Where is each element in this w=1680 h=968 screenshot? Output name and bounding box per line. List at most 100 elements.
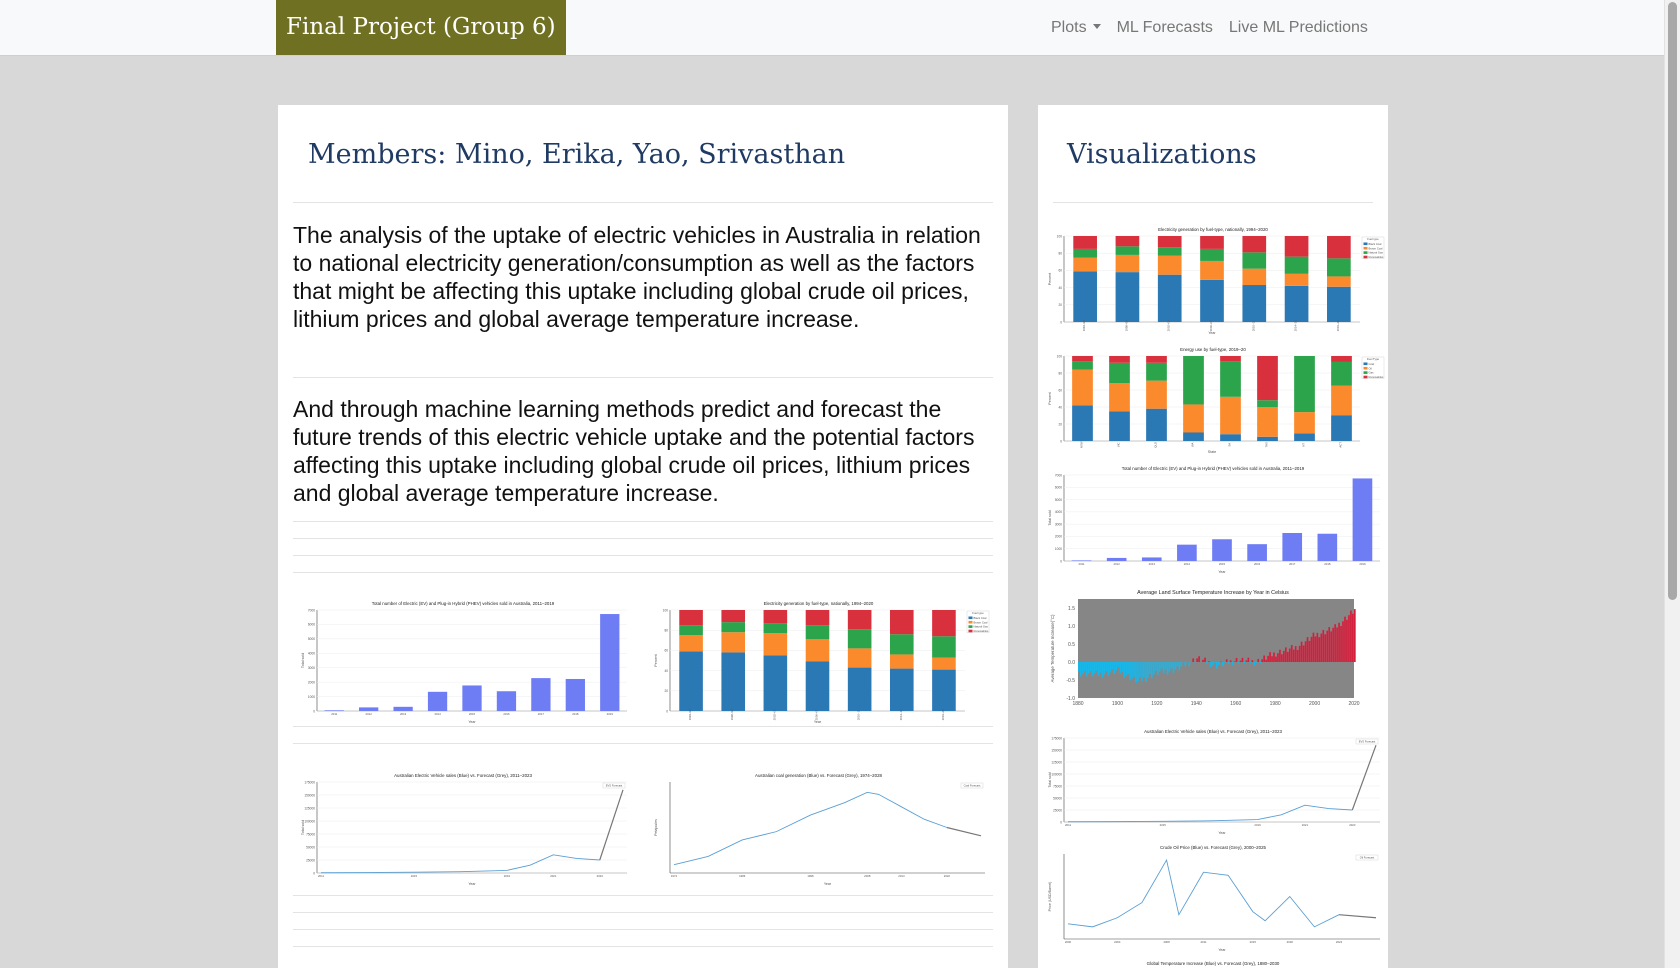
x-tick-label: 1986 — [739, 874, 746, 878]
legend-entry: Coal Forecast — [964, 784, 981, 788]
bar — [1306, 637, 1309, 662]
y-tick-label: 4000 — [308, 652, 315, 656]
bar-segment — [1327, 258, 1351, 277]
bar — [1105, 662, 1108, 671]
side-land-temperature-chart[interactable]: Average Land Surface Temperature Increas… — [1040, 585, 1386, 718]
scrollbar-thumb[interactable] — [1668, 2, 1677, 600]
ev-sales-chart[interactable]: Total number of Electric (EV) and Plug-i… — [293, 597, 633, 725]
y-tick-label: 7000 — [1055, 473, 1062, 477]
chart-title: Energy use by fuel-type, 2019–20 — [1180, 347, 1246, 352]
bar — [1352, 613, 1354, 662]
bar — [1350, 610, 1352, 662]
x-tick-label: QLD — [1154, 442, 1158, 448]
x-tick-label: 2014 — [898, 874, 905, 878]
y-tick-label: 80 — [1058, 252, 1062, 256]
bar — [1152, 662, 1155, 675]
bar-segment — [1294, 356, 1315, 413]
legend-entry: Natural Gas — [1369, 251, 1384, 255]
bar — [1154, 662, 1157, 671]
x-tick-label: 2008 — [1163, 940, 1170, 944]
bar-segment — [1200, 248, 1224, 261]
x-tick-label: 2016 — [503, 712, 510, 716]
bar — [1117, 662, 1120, 668]
legend-swatch — [1363, 366, 1368, 370]
y-tick-label: 20 — [1058, 422, 1062, 426]
x-tick-label: 2018 — [1287, 940, 1294, 944]
bar — [1111, 662, 1114, 670]
bar — [1288, 648, 1291, 662]
bar-segment — [1242, 236, 1267, 253]
bar — [1137, 662, 1139, 682]
bar — [427, 691, 448, 711]
side-electricity-generation-chart[interactable]: Electricity generation by fuel-type, nat… — [1040, 223, 1386, 336]
bar-segment — [721, 652, 746, 711]
bar — [1304, 641, 1307, 662]
bar-segment — [1073, 236, 1097, 249]
bar — [1247, 657, 1250, 662]
bar — [1318, 637, 1321, 662]
bar — [1119, 662, 1122, 674]
bar — [1113, 662, 1116, 674]
bar — [1093, 662, 1096, 674]
chart-title: Electricity generation by fuel-type, nat… — [1158, 227, 1268, 232]
bar — [1227, 662, 1230, 664]
x-tick-label: 2021 — [550, 874, 557, 878]
coal-forecast-chart[interactable]: Australian coal generation (Blue) vs. Fo… — [646, 769, 991, 887]
legend-entry: Renewables — [1369, 375, 1384, 379]
bar-segment — [1183, 432, 1204, 441]
electricity-generation-chart[interactable]: Electricity generation by fuel-type, nat… — [646, 597, 991, 725]
bar — [1328, 627, 1331, 662]
y-tick-label: 100 — [1057, 354, 1063, 358]
x-tick-label: 2018 — [572, 712, 579, 716]
y-tick-label: 20 — [664, 689, 668, 693]
y-tick-label: 60 — [664, 649, 668, 653]
x-axis-label: Year — [468, 882, 476, 886]
x-tick-label: 2004 — [1114, 940, 1121, 944]
bar-segment — [1157, 236, 1182, 248]
bar — [1107, 662, 1110, 676]
bar-segment — [1284, 256, 1309, 274]
bar — [1168, 662, 1171, 672]
side-energy-by-state-chart[interactable]: Energy use by fuel-type, 2019–20 Percent S… — [1040, 343, 1386, 455]
side-global-temp-forecast-chart[interactable]: Global Temperature Increase (Blue) vs. F… — [1040, 957, 1386, 968]
y-tick-label: 6000 — [308, 623, 315, 627]
bar-segment — [679, 651, 703, 711]
chart-title: Australian Electric Vehicle sales (Blue)… — [1144, 729, 1282, 734]
x-tick-label: 2014 — [1184, 562, 1191, 566]
nav-ml-forecasts[interactable]: ML Forecasts — [1109, 0, 1221, 55]
side-ev-sales-chart[interactable]: Total number of Electric (EV) and Plug-i… — [1040, 462, 1386, 575]
bar — [1286, 651, 1289, 662]
bar-segment — [1294, 412, 1315, 434]
nav-plots-dropdown[interactable]: Plots — [1043, 0, 1109, 55]
page-scrollbar[interactable] — [1664, 0, 1680, 968]
brand-link[interactable]: Final Project (Group 6) — [276, 0, 566, 55]
y-tick-label: 150000 — [1051, 748, 1062, 752]
bar — [1251, 660, 1254, 662]
side-oil-forecast-chart[interactable]: Crude Oil Price (Blue) vs. Forecast (Gre… — [1040, 841, 1386, 953]
x-tick-label: 2016 — [1254, 562, 1261, 566]
bar — [531, 678, 551, 711]
bar-segment — [1146, 356, 1167, 363]
bar-segment — [1146, 380, 1167, 409]
x-tick-label: 2014–15 — [1294, 320, 1298, 331]
ev-forecast-chart[interactable]: Australian Electric Vehicle sales (Blue)… — [293, 769, 633, 887]
bar — [1310, 636, 1313, 662]
bar-segment — [1183, 404, 1204, 433]
y-tick-label: 0 — [313, 871, 315, 875]
bar-segment — [1327, 286, 1351, 322]
bar — [1265, 659, 1267, 662]
y-axis-label: Total sold — [1048, 510, 1052, 525]
y-tick-label: 100 — [663, 608, 669, 612]
nav-live-ml-predictions[interactable]: Live ML Predictions — [1221, 0, 1376, 55]
bar-segment — [1146, 408, 1167, 441]
bar — [1196, 658, 1198, 662]
legend-entry: Gas — [1369, 371, 1375, 375]
bar-segment — [1331, 356, 1352, 362]
bar — [1135, 662, 1137, 683]
x-tick-label: 1998 — [807, 874, 814, 878]
bar-segment — [847, 629, 872, 649]
bar-segment — [1220, 434, 1241, 441]
bar — [1316, 632, 1319, 662]
bar — [1206, 662, 1208, 664]
side-ev-forecast-chart[interactable]: Australian Electric Vehicle sales (Blue)… — [1040, 725, 1386, 836]
